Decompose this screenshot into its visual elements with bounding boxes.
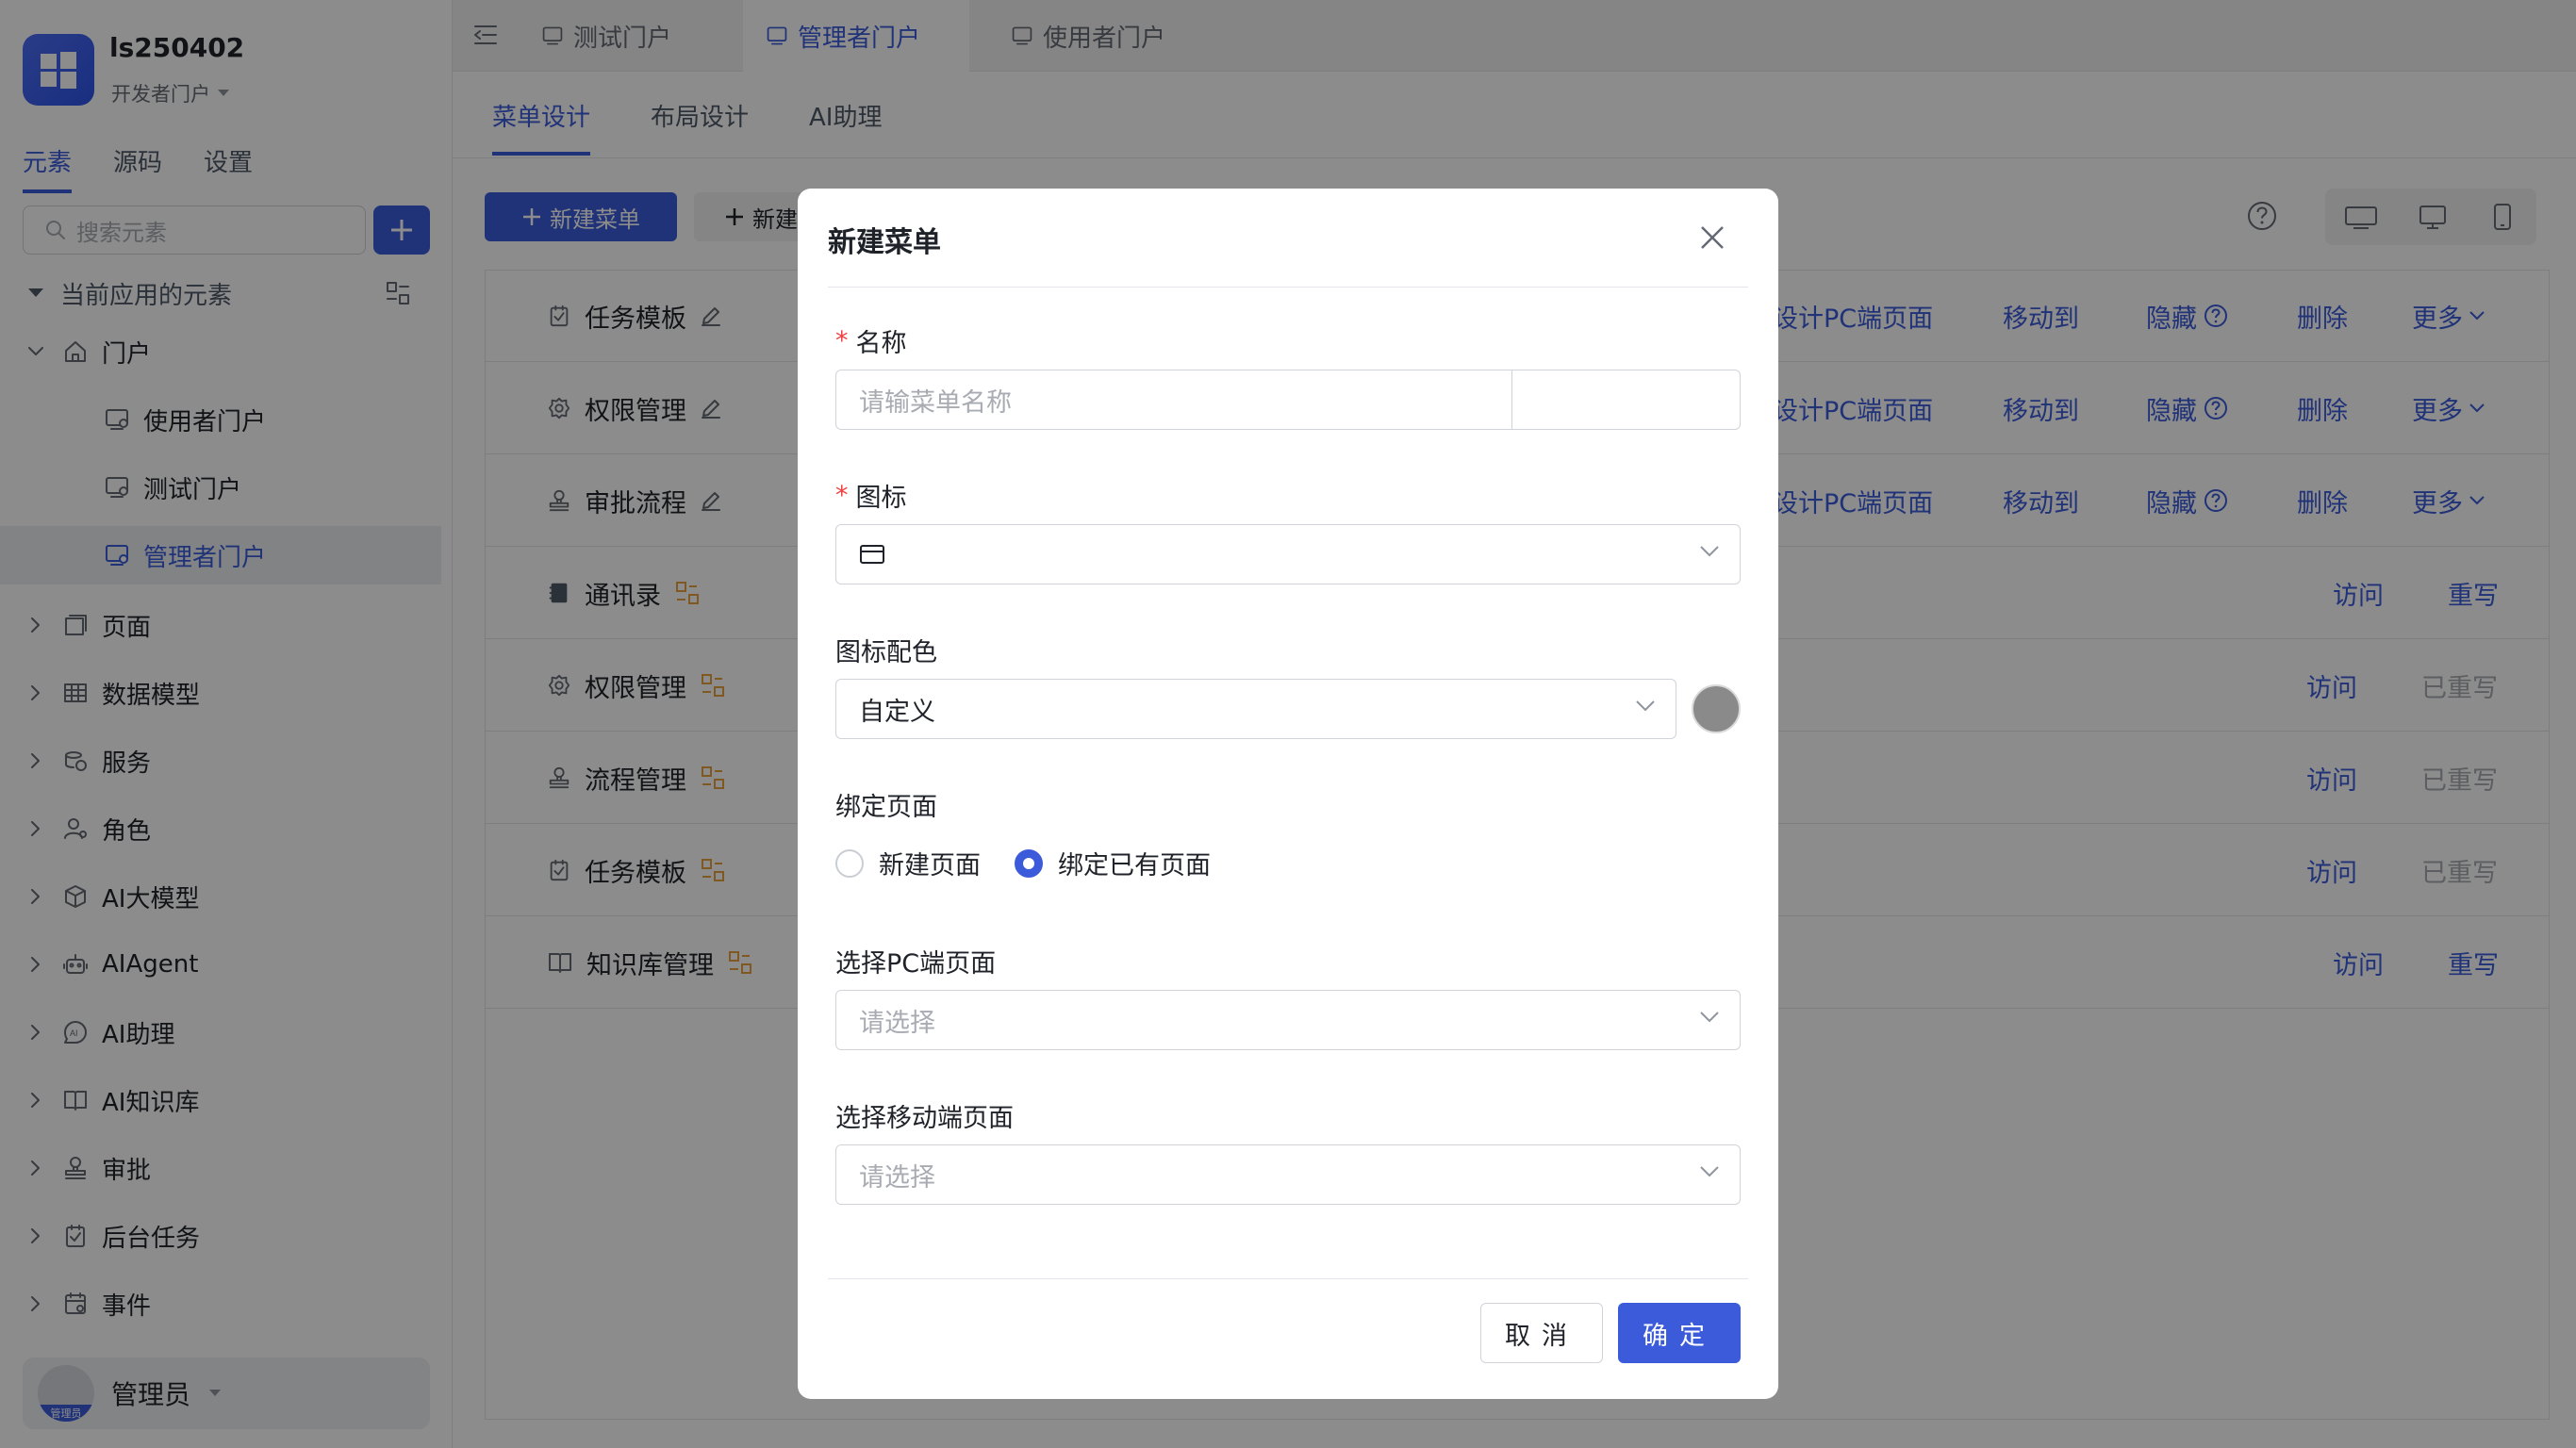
color-swatch[interactable] — [1692, 684, 1741, 733]
divider — [828, 287, 1748, 288]
cancel-button[interactable]: 取消 — [1480, 1303, 1603, 1363]
confirm-button[interactable]: 确定 — [1618, 1303, 1741, 1363]
pc-page-label: 选择PC端页面 — [835, 949, 997, 979]
new-menu-dialog: 新建菜单 * 名称 请输菜单名称 * 图标 图标配色 自定义 绑定页面 新建页面… — [798, 189, 1778, 1399]
close-icon — [1701, 226, 1724, 249]
chevron-down-icon — [1700, 1166, 1719, 1177]
divider — [828, 1278, 1748, 1279]
icon-label: * 图标 — [835, 477, 907, 514]
chevron-down-icon — [1636, 700, 1655, 712]
required-mark: * — [835, 481, 849, 510]
icon-label-text: 图标 — [855, 484, 907, 513]
name-label-text: 名称 — [855, 329, 907, 358]
name-placeholder: 请输菜单名称 — [859, 387, 1012, 418]
radio-existing-page[interactable] — [1015, 848, 1043, 878]
required-mark: * — [835, 326, 849, 355]
close-button[interactable] — [1693, 219, 1731, 256]
window-icon — [860, 545, 884, 564]
menu-name-input[interactable]: 请输菜单名称 — [835, 370, 1512, 430]
pc-page-select[interactable]: 请选择 — [835, 990, 1741, 1050]
color-label: 图标配色 — [835, 638, 937, 667]
mobile-page-select[interactable]: 请选择 — [835, 1144, 1741, 1205]
pc-page-placeholder: 请选择 — [859, 1008, 935, 1038]
mobile-page-label: 选择移动端页面 — [835, 1104, 1014, 1133]
radio-new-page-label: 新建页面 — [879, 851, 981, 880]
chevron-down-icon — [1700, 1012, 1719, 1023]
name-label: * 名称 — [835, 322, 907, 359]
radio-new-page[interactable] — [835, 848, 864, 878]
radio-existing-page-label: 绑定已有页面 — [1058, 851, 1211, 880]
menu-name-suffix-input[interactable] — [1512, 370, 1741, 430]
mobile-page-placeholder: 请选择 — [859, 1162, 935, 1193]
color-value: 自定义 — [859, 697, 935, 727]
bind-page-radio-group: 新建页面 绑定已有页面 — [835, 845, 1211, 881]
icon-select[interactable] — [835, 524, 1741, 584]
chevron-down-icon — [1700, 546, 1719, 557]
bind-page-label: 绑定页面 — [835, 793, 937, 822]
color-select[interactable]: 自定义 — [835, 679, 1676, 739]
dialog-title: 新建菜单 — [828, 226, 941, 259]
